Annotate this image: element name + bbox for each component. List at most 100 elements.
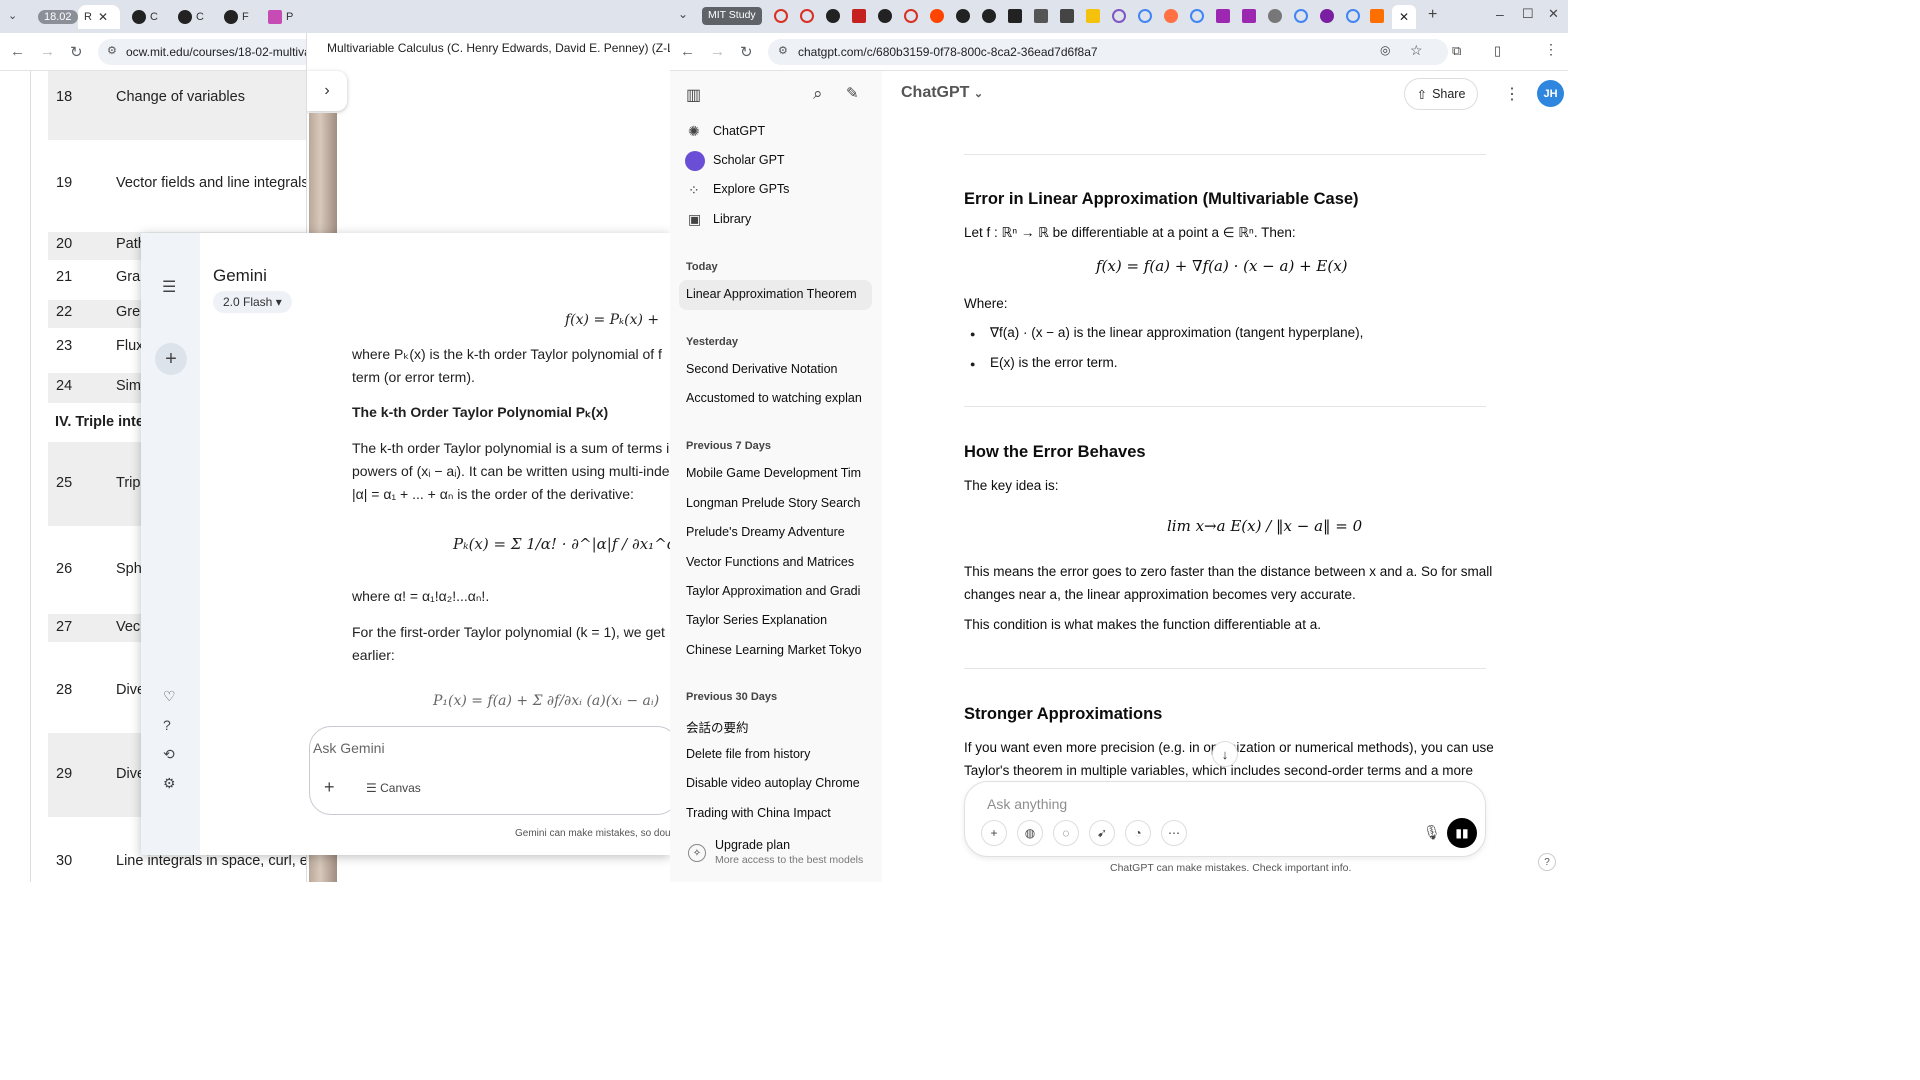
model-selector[interactable]: 2.0 Flash ▾ [213, 291, 292, 313]
more-tools-icon[interactable]: ⋯ [1161, 820, 1187, 846]
maximize-icon[interactable]: ☐ [1522, 6, 1534, 22]
back-arrow-icon[interactable]: ← [10, 43, 25, 60]
bookmark-star-icon[interactable]: ☆ [1410, 42, 1423, 59]
yellow-favicon-icon[interactable] [1086, 9, 1100, 23]
tab-group-count[interactable]: 18.02 [32, 5, 84, 29]
tracking-eye-off-icon[interactable]: ◎ [1380, 43, 1390, 57]
google-favicon-icon[interactable] [1346, 9, 1360, 23]
forward-arrow-icon[interactable]: → [710, 43, 725, 60]
google-favicon-icon[interactable] [1190, 9, 1204, 23]
more-menu-icon[interactable]: ⋮ [1544, 41, 1558, 58]
chat-history-item[interactable]: Disable video autoplay Chrome [686, 776, 866, 790]
chatgpt-favicon-icon[interactable] [826, 9, 840, 23]
canvas-button[interactable]: ☰ Canvas [366, 781, 421, 795]
voice-mode-button[interactable]: ▮▮ [1447, 818, 1477, 848]
row-title[interactable]: Line integrals in space, curl, e [116, 853, 308, 869]
heart-favicon-icon[interactable] [1164, 9, 1178, 23]
new-chat-edit-icon[interactable]: ✎ [846, 84, 859, 102]
model-picker[interactable]: ChatGPT ⌄ [901, 84, 983, 102]
bookmark-favicon-icon[interactable] [1242, 9, 1256, 23]
bars-favicon-icon[interactable] [852, 9, 866, 23]
chat-history-item[interactable]: Taylor Approximation and Gradi [686, 584, 866, 598]
reason-lightbulb-icon[interactable]: ◌ [1053, 820, 1079, 846]
grid-favicon-icon[interactable] [1060, 9, 1074, 23]
sidebar-item-library[interactable]: Library [713, 212, 882, 226]
activity-icon[interactable]: ⟲ [163, 746, 175, 763]
globe-favicon-icon[interactable] [1268, 9, 1282, 23]
ft-favicon-icon[interactable] [1370, 9, 1384, 23]
row-title[interactable]: Change of variables [116, 89, 245, 105]
row-title[interactable]: Sph [116, 561, 142, 577]
forward-arrow-icon[interactable]: → [40, 43, 55, 60]
chat-history-item[interactable]: 会話の要約 [686, 717, 866, 736]
chat-history-item[interactable]: Accustomed to watching explan [686, 391, 866, 405]
minimize-icon[interactable]: – [1496, 6, 1504, 22]
sidebar-item-chatgpt[interactable]: ChatGPT [713, 124, 882, 138]
chatgpt-composer[interactable]: Ask anything + ◍ ◌ ➹ ◔ ⋯ 🎙 ▮▮ [964, 781, 1486, 857]
upgrade-plan-button[interactable]: ✧ Upgrade plan More access to the best m… [670, 829, 882, 882]
opera-favicon-icon[interactable] [774, 9, 788, 23]
menu-icon[interactable]: ☰ [162, 277, 176, 297]
sidebar-item-scholar-gpt[interactable]: Scholar GPT [713, 153, 882, 167]
attach-plus-button[interactable]: + [981, 820, 1007, 846]
toggle-sidebar-icon[interactable]: ▥ [686, 85, 701, 105]
opera-favicon-icon[interactable] [800, 9, 814, 23]
extensions-icon[interactable]: ⧉ [1452, 43, 1461, 59]
tab-search-chevron-icon[interactable]: ⌄ [678, 7, 688, 21]
row-title[interactable]: Trip [116, 475, 140, 491]
row-title[interactable]: Sim [116, 378, 141, 394]
add-attachment-icon[interactable]: + [324, 777, 335, 798]
close-active-tab-icon[interactable]: ✕ [1392, 5, 1416, 29]
chat-history-item[interactable]: Delete file from history [686, 747, 866, 761]
back-arrow-icon[interactable]: ← [680, 43, 695, 60]
tab-chatgpt-3[interactable]: F [218, 5, 262, 29]
tab-chatgpt-2[interactable]: C [172, 5, 216, 29]
reload-icon[interactable]: ↻ [70, 43, 83, 61]
row-title[interactable]: Gre [116, 304, 140, 320]
site-info-icon[interactable]: ⚙ [778, 44, 788, 57]
purple-favicon-icon[interactable] [1320, 9, 1334, 23]
x-favicon-icon[interactable] [1112, 9, 1126, 23]
share-button[interactable]: ⇧ Share [1404, 78, 1478, 110]
web-search-globe-icon[interactable]: ◍ [1017, 820, 1043, 846]
settings-gear-icon[interactable]: ⚙ [163, 775, 176, 792]
composer-input[interactable]: Ask anything [987, 796, 1067, 812]
search-icon[interactable]: ⌕ [813, 84, 823, 104]
more-options-icon[interactable]: ⋮ [1504, 84, 1520, 104]
gems-icon[interactable]: ♡ [163, 688, 176, 705]
chat-history-item[interactable]: Longman Prelude Story Search [686, 496, 866, 510]
bookmark-favicon-icon[interactable] [1216, 9, 1230, 23]
opera-favicon-icon[interactable] [904, 9, 918, 23]
scroll-down-button[interactable]: ↓ [1212, 741, 1238, 767]
tab-mit[interactable]: R ✕ [78, 5, 120, 29]
right-url-field[interactable]: ⚙ chatgpt.com/c/680b3159-0f78-800c-8ca2-… [768, 39, 1448, 65]
close-window-icon[interactable]: ✕ [1548, 6, 1559, 22]
gemini-input-placeholder[interactable]: Ask Gemini [313, 740, 385, 756]
new-chat-button[interactable]: + [155, 343, 187, 375]
tab-p[interactable]: P [262, 5, 302, 29]
avatar[interactable]: JH [1537, 80, 1564, 107]
site-info-icon[interactable]: ⚙ [107, 44, 117, 57]
reload-icon[interactable]: ↻ [740, 43, 753, 61]
reddit-favicon-icon[interactable] [930, 9, 944, 23]
google-favicon-icon[interactable] [1138, 9, 1152, 23]
row-title[interactable]: Vec [116, 619, 140, 635]
new-tab-plus-icon[interactable]: + [1428, 6, 1437, 24]
chat-history-item[interactable]: Second Derivative Notation [686, 362, 866, 376]
gemini-input-box[interactable]: Ask Gemini + ☰ Canvas [309, 726, 670, 815]
help-icon[interactable]: ? [163, 717, 171, 733]
tab-chatgpt-1[interactable]: C [126, 5, 170, 29]
m-favicon-icon[interactable] [1008, 9, 1022, 23]
chatgpt-favicon-icon[interactable] [982, 9, 996, 23]
chatgpt-favicon-icon[interactable] [878, 9, 892, 23]
chat-history-item[interactable]: Trading with China Impact [686, 806, 866, 820]
chat-history-item[interactable]: Prelude's Dreamy Adventure [686, 525, 866, 539]
reading-mode-icon[interactable]: ▯ [1494, 43, 1501, 59]
sidebar-item-explore-gpts[interactable]: Explore GPTs [713, 182, 882, 196]
deep-research-telescope-icon[interactable]: ➹ [1089, 820, 1115, 846]
help-question-icon[interactable]: ? [1538, 853, 1556, 871]
google-favicon-icon[interactable] [1294, 9, 1308, 23]
chat-history-item[interactable]: Mobile Game Development Tim [686, 466, 866, 480]
chat-history-item[interactable]: Chinese Learning Market Tokyo [686, 643, 866, 657]
chat-history-item[interactable]: Vector Functions and Matrices [686, 555, 866, 569]
